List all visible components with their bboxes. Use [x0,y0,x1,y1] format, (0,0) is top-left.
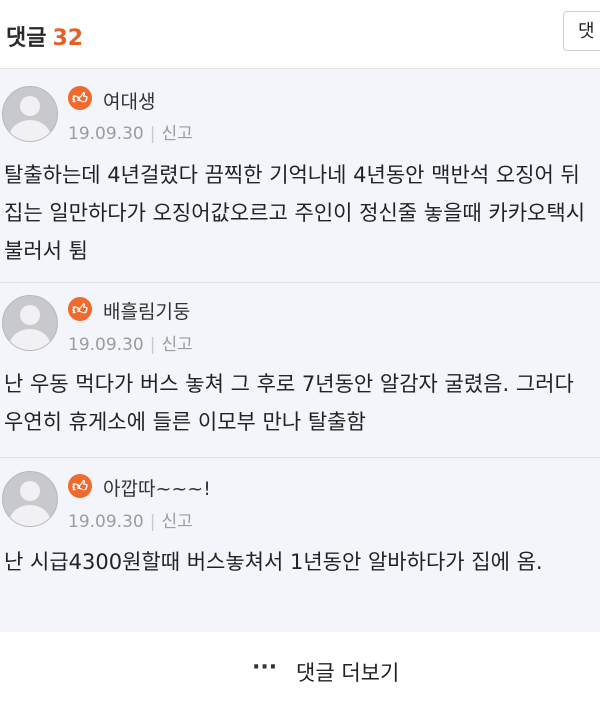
comment-meta: 19.09.30 | 신고 [68,124,193,144]
avatar-head [20,96,40,116]
comment-date: 19.09.30 [68,124,144,144]
comment-meta: 19.09.30 | 신고 [68,512,193,532]
thumbs-up-icon: 👍︎ [68,297,92,321]
load-more-comments[interactable]: ··· 댓글 더보기 [0,632,600,706]
comments-title-label: 댓글 [6,26,47,51]
avatar-head [20,481,40,501]
comment-body: 난 시급4300원할때 버스놓쳐서 1년동안 알바하다가 집에 옴. [4,550,543,574]
comment-nickname[interactable]: 배흘림기둥 [103,297,190,324]
avatar[interactable] [2,295,58,351]
comment-item: 👍︎ 배흘림기둥 19.09.30 | 신고 난 우동 먹다가 버스 놓쳐 그 후로… [0,283,600,458]
report-link[interactable]: 신고 [161,124,192,144]
comment-meta: 19.09.30 | 신고 [68,335,193,355]
load-more-label[interactable]: 댓글 더보기 [296,657,399,687]
avatar-head [20,305,40,325]
avatar-shoulders [9,120,51,141]
comment-item: 👍︎ 여대생 19.09.30 | 신고 탈출하는데 4년걸렸다 끔찍한 기억나네 … [0,69,600,283]
comment-count: 32 [52,26,84,51]
thumbs-up-icon: 👍︎ [68,86,92,110]
comment-body: 난 우동 먹다가 버스 놓쳐 그 후로 7년동안 알감자 굴렸음. 그러다 우연… [4,372,574,434]
comment-date: 19.09.30 [68,335,144,355]
avatar-shoulders [9,329,51,350]
comments-header: 댓글 32 댓 [0,0,600,69]
comment-item: 👍︎ 아깝따~~~! 19.09.30 | 신고 난 시급4300원할때 버스놓쳐서… [0,458,600,633]
avatar[interactable] [2,86,58,142]
report-link[interactable]: 신고 [161,512,192,532]
thumbs-up-icon: 👍︎ [68,474,92,498]
more-dots-icon: ··· [252,655,278,680]
avatar[interactable] [2,471,58,527]
write-comment-button[interactable]: 댓 [563,11,600,51]
comment-nickname[interactable]: 여대생 [103,87,155,114]
avatar-shoulders [9,505,51,526]
comment-body: 탈출하는데 4년걸렸다 끔찍한 기억나네 4년동안 맥반석 오징어 뒤집는 일만… [4,163,586,263]
comment-date: 19.09.30 [68,512,144,532]
comment-nickname[interactable]: 아깝따~~~! [103,474,211,501]
report-link[interactable]: 신고 [161,335,192,355]
comments-title: 댓글 32 [6,20,83,52]
